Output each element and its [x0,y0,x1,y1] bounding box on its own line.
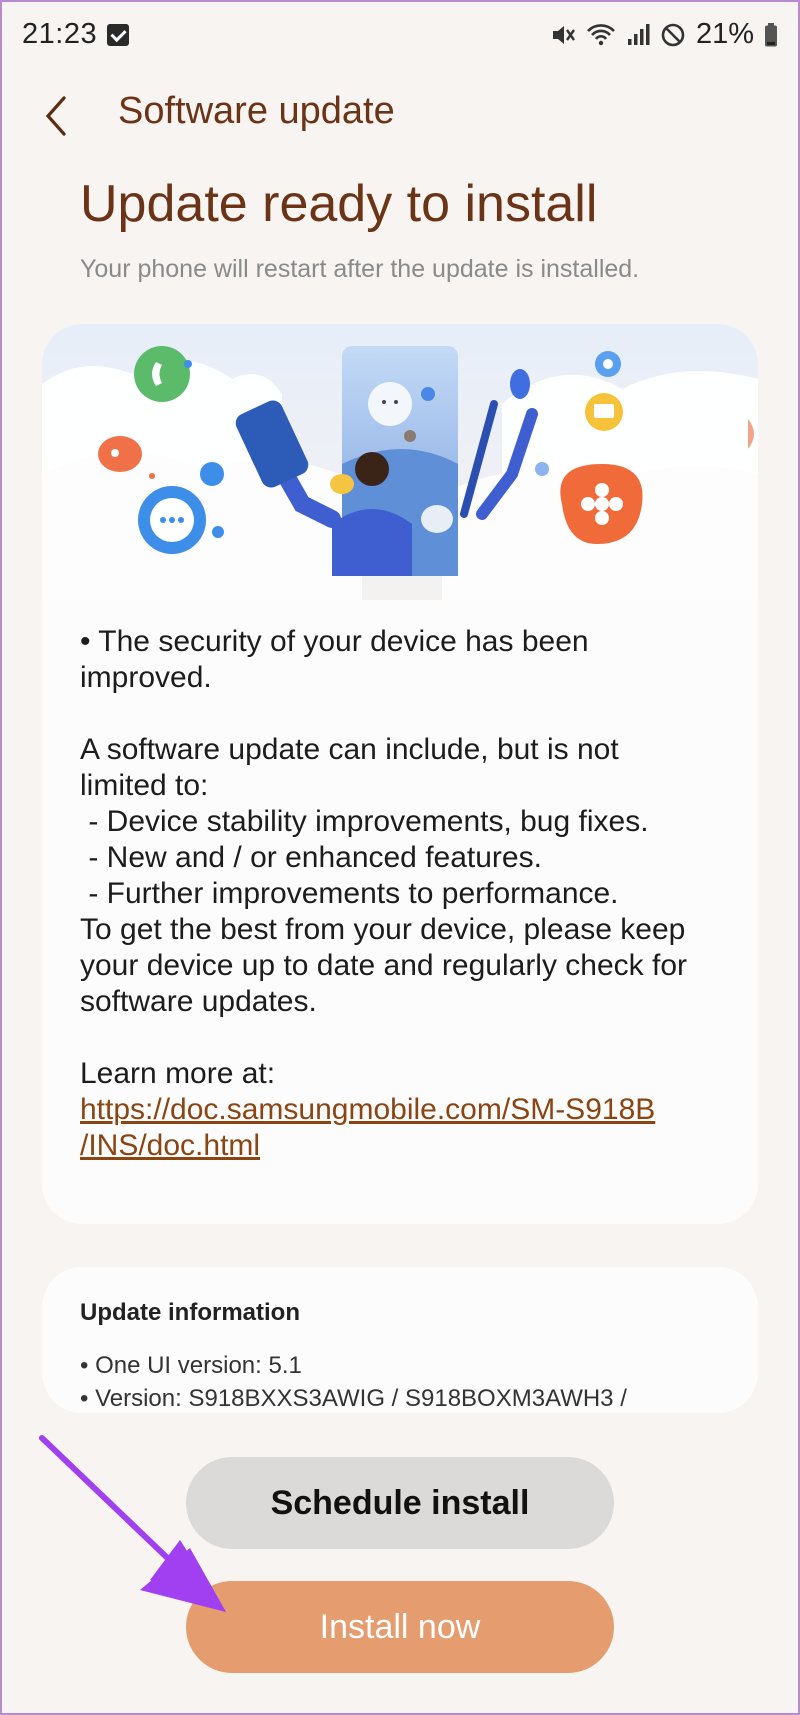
notes-spacer [80,696,740,732]
annotation-arrow-icon [39,1435,226,1612]
page-subtitle: Your phone will restart after the update… [80,255,640,283]
notes-spacer [80,1020,740,1056]
wifi-icon [587,23,615,45]
notes-line: improved. [80,661,212,694]
release-notes-card[interactable]: • The security of your device has been i… [42,324,758,1224]
learn-more-link[interactable]: https://doc.samsungmobile.com/SM-S918B [80,1093,655,1126]
learn-more-link[interactable]: /INS/doc.html [80,1129,260,1162]
notes-line: A software update can include, but is no… [80,733,619,766]
status-time: 21:23 [22,18,98,50]
notes-line: To get the best from your device, please… [80,913,686,946]
notes-line: your device up to date and regularly che… [80,949,688,982]
page-title: Update ready to install [80,175,598,233]
mute-icon [552,25,575,44]
notes-line: - Device stability improvements, bug fix… [80,805,649,838]
update-information-title: Update information [80,1299,300,1326]
status-icons: 21% [550,18,778,51]
notes-line: • The security of your device has been [80,625,589,658]
notes-line: limited to: [80,769,209,802]
firmware-version: • Version: S918BXXS3AWIG / S918BOXM3AWH3… [80,1385,627,1412]
one-ui-version: • One UI version: 5.1 [80,1352,302,1379]
checkbox-notification-icon [107,24,129,46]
learn-more-label: Learn more at: [80,1057,276,1090]
notes-line: - New and / or enhanced features. [80,841,542,874]
battery-percentage: 21% [695,18,754,50]
install-now-button[interactable]: Install now [186,1581,614,1673]
back-arrow-icon[interactable] [38,92,78,140]
notes-line: software updates. [80,985,317,1018]
update-information-card[interactable]: Update information • One UI version: 5.1… [42,1267,758,1413]
battery-icon [765,22,777,46]
do-not-disturb-icon [661,23,685,46]
update-illustration [42,324,758,600]
schedule-install-button[interactable]: Schedule install [186,1457,614,1549]
signal-icon [627,23,650,45]
status-bar: 21:23 21% [0,0,800,72]
release-notes-text: • The security of your device has been i… [80,624,740,1164]
notes-line: - Further improvements to performance. [80,877,619,910]
page-header-title: Software update [118,90,395,132]
